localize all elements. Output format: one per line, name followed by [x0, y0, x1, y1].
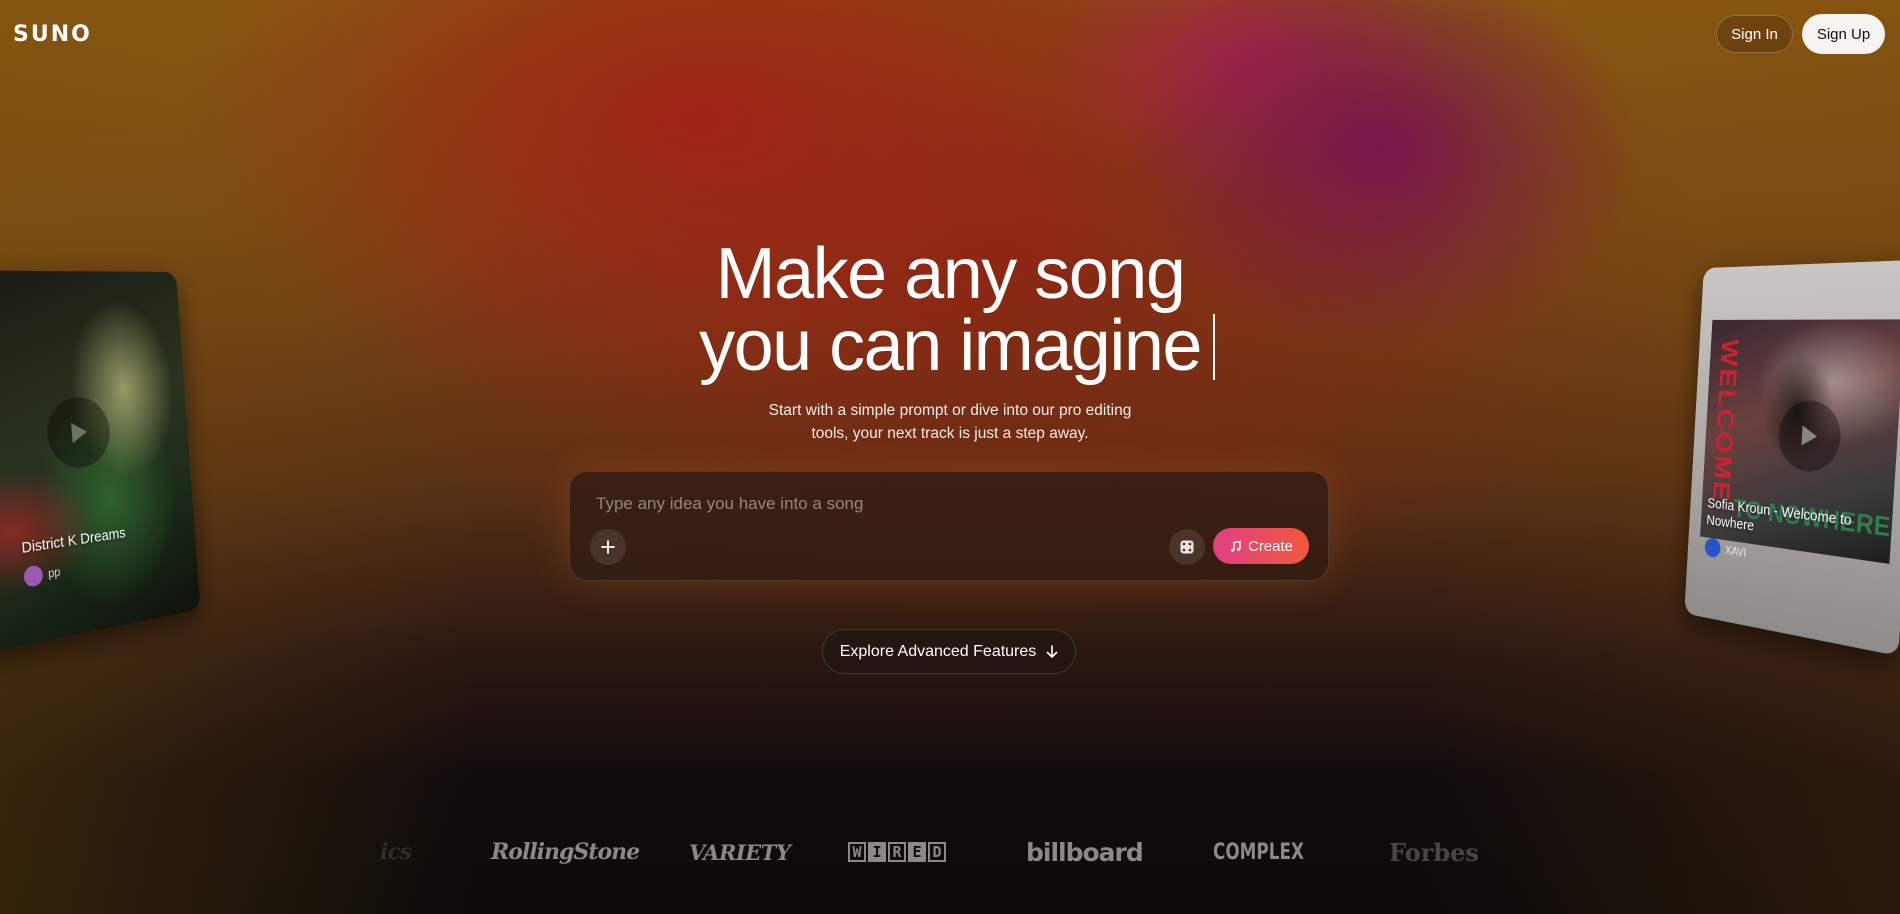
hero-title-line2: you can imagine: [699, 306, 1202, 386]
create-label: Create: [1247, 537, 1294, 555]
dice-icon: [1180, 540, 1194, 554]
press-logo-rollingstone: RollingStone: [491, 839, 640, 865]
sign-up-button[interactable]: Sign Up: [1802, 14, 1885, 54]
song-prompt-input[interactable]: [594, 490, 1298, 518]
music-note-icon: [1230, 540, 1241, 552]
hero-subtitle-line1: Start with a simple prompt or dive into …: [768, 402, 1132, 419]
hero-title-line1: Make any song: [715, 234, 1186, 314]
random-prompt-button[interactable]: [1169, 529, 1205, 565]
add-button[interactable]: [590, 529, 626, 565]
song-title[interactable]: District K Dreams: [21, 524, 126, 557]
press-logo-partial: ics: [380, 839, 412, 865]
explore-advanced-features-button[interactable]: Explore Advanced Features: [822, 629, 1076, 674]
press-logo-forbes: Forbes: [1389, 837, 1479, 867]
explore-label: Explore Advanced Features: [839, 642, 1037, 660]
suno-logo[interactable]: SUNO: [13, 22, 92, 47]
press-logo-variety: VARIETY: [689, 839, 791, 865]
hero-subtitle-line2: tools, your next track is just a step aw…: [811, 425, 1089, 442]
artist-name: XAVI: [1724, 543, 1747, 560]
artist-name: pp: [47, 564, 61, 581]
press-logo-billboard: billboard: [1026, 837, 1144, 867]
hero-subtitle: Start with a simple prompt or dive into …: [750, 399, 1150, 445]
plus-icon: [601, 540, 615, 554]
song-artist[interactable]: pp: [23, 562, 61, 588]
press-logo-complex: COMPLEX: [1213, 839, 1304, 865]
hero-title: Make any song you can imagine: [0, 238, 1900, 382]
sign-in-button[interactable]: Sign In: [1716, 15, 1793, 53]
arrow-down-icon: [1046, 644, 1058, 658]
song-prompt-box: Create: [569, 471, 1329, 581]
avatar: [1704, 537, 1721, 559]
text-caret: [1212, 314, 1215, 380]
avatar: [23, 564, 44, 588]
create-button[interactable]: Create: [1213, 528, 1309, 564]
hero-title-line2-wrap: you can imagine: [699, 310, 1215, 382]
press-logo-wired: WIRED: [848, 836, 948, 868]
wired-wordmark: WIRED: [848, 842, 948, 862]
landing-page: SUNO Sign In Sign Up District K Dreams p…: [0, 0, 1900, 914]
play-icon[interactable]: [44, 395, 113, 471]
